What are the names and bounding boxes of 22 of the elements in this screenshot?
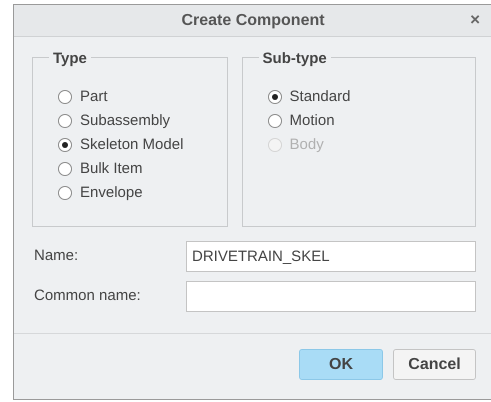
radio-button[interactable] bbox=[58, 186, 72, 200]
radio-option[interactable]: Envelope bbox=[58, 182, 143, 204]
input-field[interactable]: DRIVETRAIN_SKEL bbox=[186, 241, 476, 272]
field-label: Common name: bbox=[34, 286, 142, 306]
input-field[interactable] bbox=[186, 281, 476, 312]
radio-option[interactable]: Bulk Item bbox=[58, 158, 143, 180]
radio-button[interactable] bbox=[58, 114, 72, 128]
radio-button[interactable] bbox=[58, 90, 72, 104]
radio-option[interactable]: Standard bbox=[268, 86, 350, 108]
radio-option[interactable]: Skeleton Model bbox=[58, 134, 184, 156]
window-title: Create Component bbox=[181, 10, 325, 30]
radio-button[interactable] bbox=[58, 138, 72, 152]
radio-option[interactable]: Part bbox=[58, 86, 108, 108]
radio-button[interactable] bbox=[268, 114, 282, 128]
radio-option[interactable]: Subassembly bbox=[58, 110, 170, 132]
radio-button[interactable] bbox=[58, 162, 72, 176]
field-label: Name: bbox=[34, 246, 80, 266]
radio-button[interactable] bbox=[268, 90, 282, 104]
ok-button[interactable]: OK bbox=[299, 349, 383, 380]
cancel-button[interactable]: Cancel bbox=[393, 349, 476, 380]
close-button[interactable]: × bbox=[470, 11, 480, 28]
radio-option[interactable]: Motion bbox=[268, 110, 335, 132]
